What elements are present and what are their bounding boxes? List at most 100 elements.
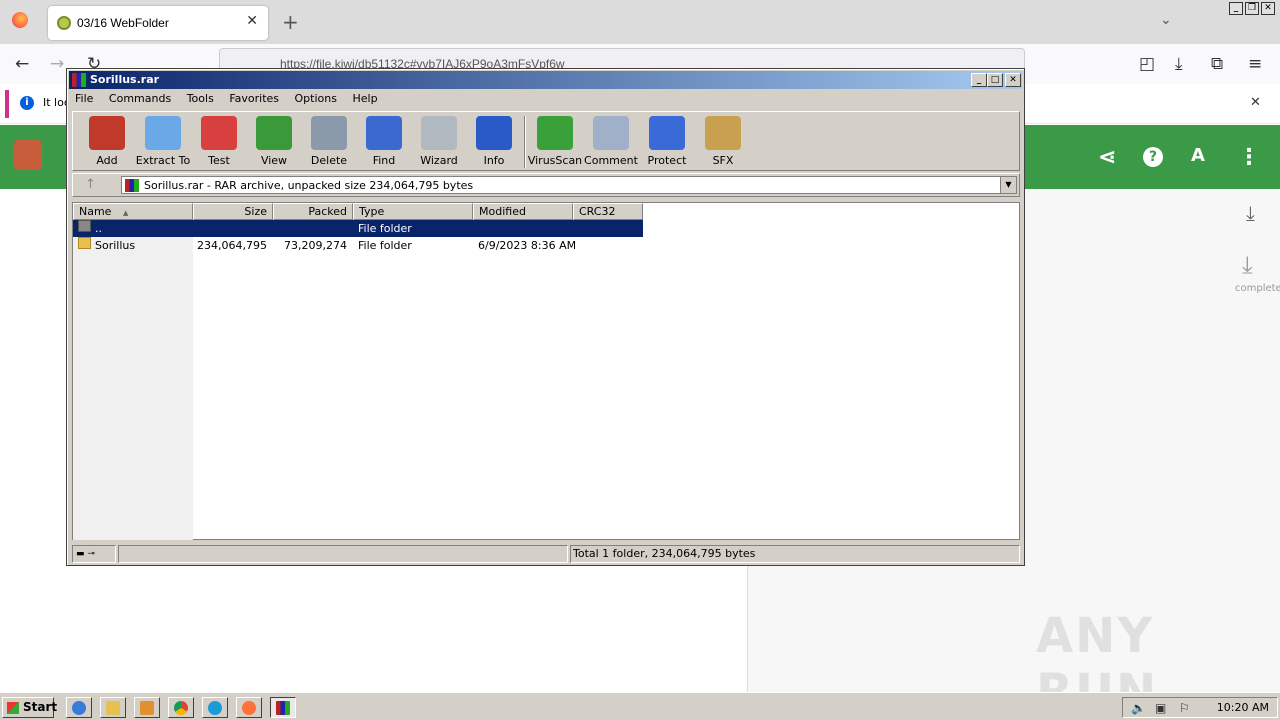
toolbar-sfx-button[interactable]: SFX (695, 114, 751, 170)
edge-taskbar-button[interactable] (202, 697, 228, 718)
toolbar-wizard-button[interactable]: Wizard (411, 114, 467, 170)
pocket-button[interactable]: ◰ (1139, 54, 1155, 74)
downloads-button[interactable]: ⤓ (1175, 54, 1183, 74)
name-column-shade (73, 220, 193, 540)
column-size[interactable]: Size (193, 203, 273, 220)
share-icon[interactable]: ⋖ (1098, 145, 1116, 170)
back-button[interactable]: ← (15, 54, 29, 74)
browser-tab[interactable]: 03/16 WebFolder ✕ (48, 6, 268, 40)
chrome-taskbar-button[interactable] (168, 697, 194, 718)
cell-size: 234,064,795 (197, 239, 267, 252)
winrar-menu-bar: File Commands Tools Favorites Options He… (69, 90, 1022, 108)
column-type[interactable]: Type (353, 203, 473, 220)
window-minimize-button[interactable]: _ (1229, 2, 1243, 15)
toolbar-add-button[interactable]: Add (79, 114, 135, 170)
flag-icon[interactable]: ⚐ (1179, 701, 1190, 715)
app-menu-button[interactable]: ≡ (1248, 54, 1262, 74)
up-folder-button[interactable]: ↑ (85, 177, 96, 192)
toolbar-delete-button[interactable]: Delete (301, 114, 357, 170)
menu-options[interactable]: Options (295, 92, 337, 105)
status-selection-pane (118, 545, 568, 563)
winrar-status-bar: ▬ ⊸ Total 1 folder, 234,064,795 bytes (72, 545, 1020, 563)
extensions-button[interactable]: ⧉ (1211, 54, 1223, 74)
toolbar-protect-button[interactable]: Protect (639, 114, 695, 170)
new-tab-button[interactable]: + (282, 10, 299, 34)
explorer-taskbar-button[interactable] (100, 697, 126, 718)
toolbar-label: Info (483, 154, 505, 167)
toolbar-comment-button[interactable]: Comment (583, 114, 639, 170)
winrar-taskbar-button[interactable] (270, 697, 296, 718)
volume-icon[interactable]: 🔈 (1131, 701, 1146, 715)
taskbar: Start 🔈 ▣ ⚐ 10:20 AM (0, 692, 1280, 720)
find-icon (366, 116, 402, 150)
more-options-icon[interactable]: ⋮ (1238, 145, 1260, 170)
tab-favicon-icon (57, 16, 71, 30)
cell-modified: 6/9/2023 8:36 AM (478, 239, 577, 252)
download-icon[interactable]: ⤓ (1246, 201, 1255, 225)
toolbar-label: View (260, 154, 288, 167)
add-icon (89, 116, 125, 150)
download-complete-icon: ⤓ (1242, 251, 1253, 279)
firefox-taskbar-button[interactable] (236, 697, 262, 718)
winrar-address-bar: ↑ Sorillus.rar - RAR archive, unpacked s… (72, 173, 1020, 197)
protect-icon (649, 116, 685, 150)
column-name[interactable]: Name ▲ (73, 203, 193, 220)
info-icon (476, 116, 512, 150)
wizard-icon (421, 116, 457, 150)
column-modified[interactable]: Modified (473, 203, 573, 220)
winrar-app-icon (72, 73, 86, 87)
folder-icon (106, 701, 120, 715)
winrar-close-button[interactable]: ✕ (1005, 73, 1021, 87)
menu-file[interactable]: File (75, 92, 93, 105)
toolbar-test-button[interactable]: Test (191, 114, 247, 170)
winrar-title-bar[interactable]: Sorillus.rar _ □ ✕ (69, 71, 1022, 89)
ie-taskbar-button[interactable] (66, 697, 92, 718)
winrar-window: Sorillus.rar _ □ ✕ File Commands Tools F… (66, 68, 1025, 566)
winrar-minimize-button[interactable]: _ (971, 73, 987, 87)
toolbar-virusscan-button[interactable]: VirusScan (527, 114, 583, 170)
column-name-label: Name (79, 205, 112, 218)
tab-close-button[interactable]: ✕ (246, 13, 258, 29)
window-close-button[interactable]: ✕ (1261, 2, 1275, 15)
firefox-logo-icon[interactable] (12, 12, 28, 28)
extract-to-icon (145, 116, 181, 150)
table-row[interactable]: Sorillus 234,064,795 73,209,274 File folder… (73, 237, 643, 254)
clock: 10:20 AM (1216, 701, 1269, 714)
comment-icon (593, 116, 629, 150)
cell-type: File folder (358, 239, 412, 252)
forward-button[interactable]: → (50, 54, 64, 74)
table-row[interactable]: .. File folder (73, 220, 643, 237)
winrar-toolbar: Add Extract To Test View Delete Find Wizard Inf… (72, 111, 1020, 171)
help-icon[interactable]: ? (1143, 147, 1163, 167)
list-tabs-chevron-icon[interactable]: ⌄ (1160, 12, 1172, 28)
translate-icon[interactable]: A (1191, 145, 1205, 166)
media-player-taskbar-button[interactable] (134, 697, 160, 718)
menu-favorites[interactable]: Favorites (229, 92, 279, 105)
toolbar-info-button[interactable]: Info (466, 114, 522, 170)
toolbar-label: Extract To (135, 154, 191, 167)
column-crc32[interactable]: CRC32 (573, 203, 643, 220)
menu-help[interactable]: Help (352, 92, 377, 105)
network-icon[interactable]: ▣ (1155, 701, 1166, 715)
cell-packed: 73,209,274 (284, 239, 347, 252)
start-button[interactable]: Start (2, 697, 57, 718)
toolbar-label: VirusScan (527, 154, 583, 167)
status-drive-icons[interactable]: ▬ ⊸ (72, 545, 116, 563)
info-bar-close-button[interactable]: ✕ (1250, 95, 1261, 110)
toolbar-find-button[interactable]: Find (356, 114, 412, 170)
info-bar-accent (5, 90, 9, 118)
toolbar-view-button[interactable]: View (246, 114, 302, 170)
winrar-maximize-button[interactable]: □ (987, 73, 1003, 87)
menu-commands[interactable]: Commands (109, 92, 171, 105)
site-logo[interactable] (14, 140, 42, 170)
view-icon (256, 116, 292, 150)
window-restore-button[interactable]: ❐ (1245, 2, 1259, 15)
path-dropdown-button[interactable]: ▼ (1000, 177, 1016, 193)
archive-path-combo[interactable]: Sorillus.rar - RAR archive, unpacked siz… (121, 176, 1017, 194)
column-packed[interactable]: Packed (273, 203, 353, 220)
toolbar-extract-to-button[interactable]: Extract To (135, 114, 191, 170)
archive-path-text: Sorillus.rar - RAR archive, unpacked siz… (144, 179, 474, 192)
media-player-icon (140, 701, 154, 715)
toolbar-label: Find (372, 154, 396, 167)
menu-tools[interactable]: Tools (187, 92, 214, 105)
